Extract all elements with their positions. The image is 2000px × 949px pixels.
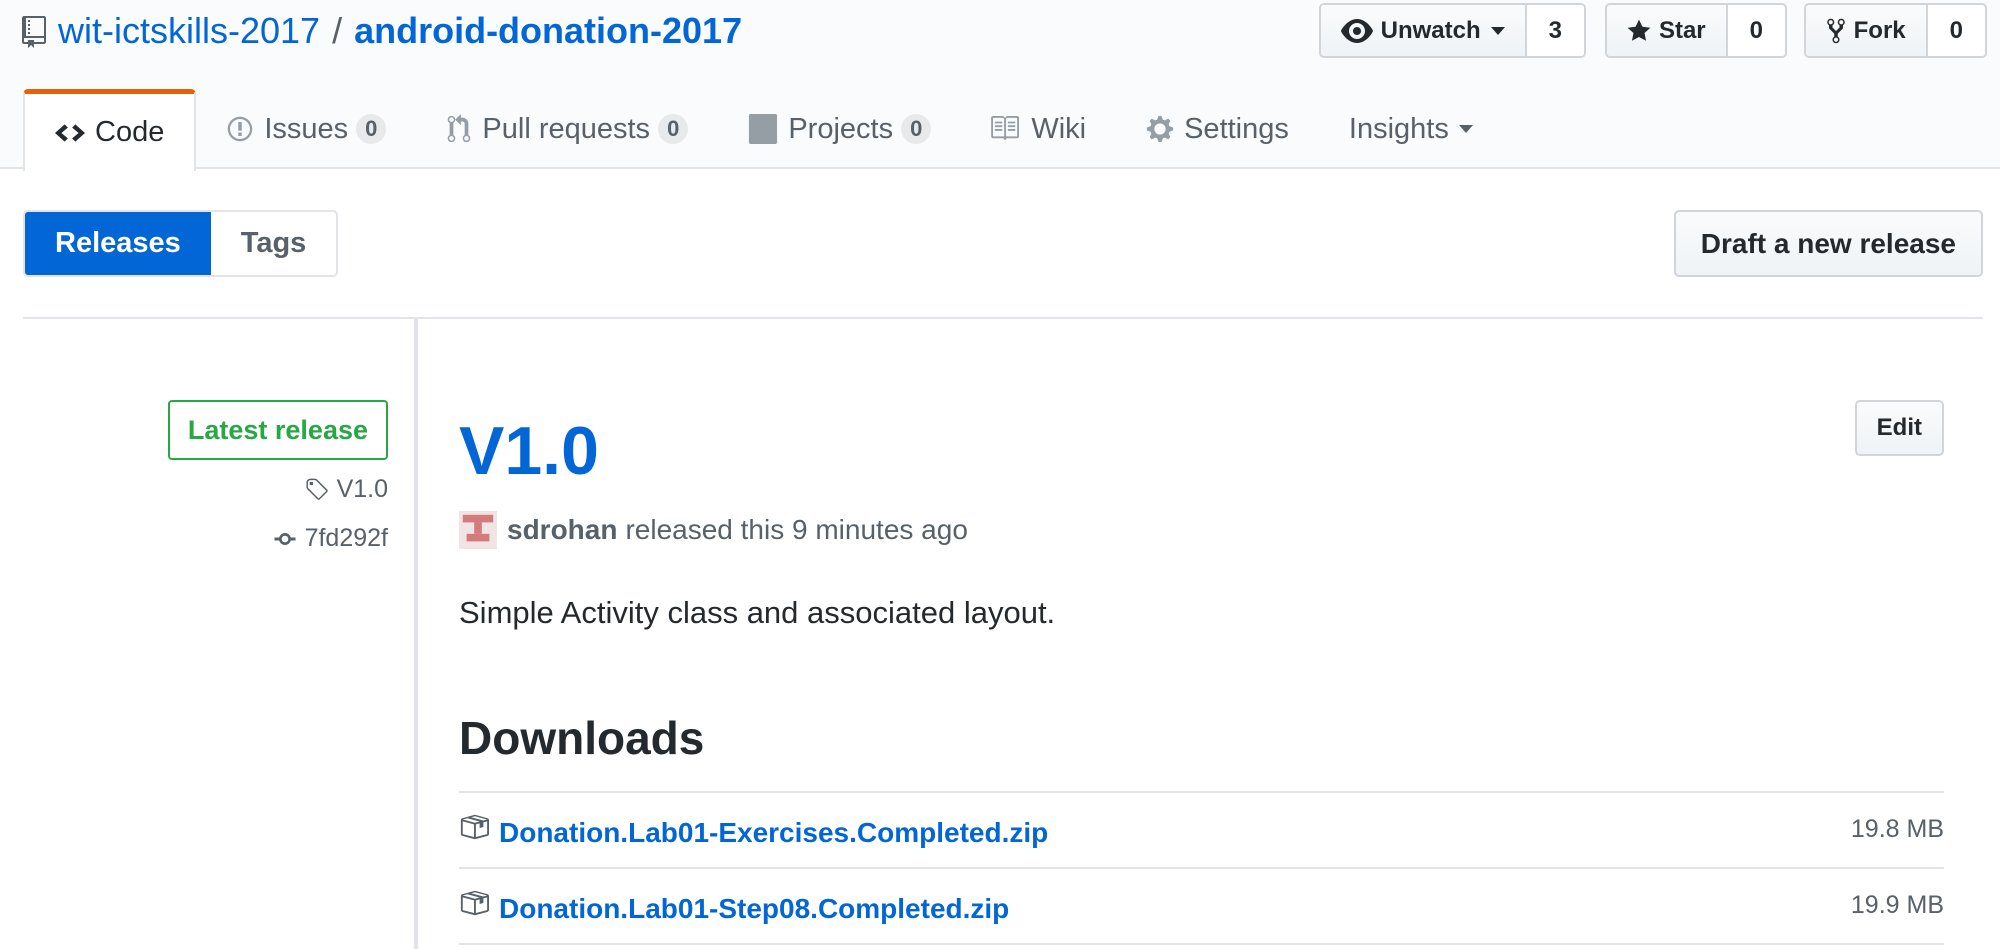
gear-icon xyxy=(1146,115,1174,143)
tab-insights[interactable]: Insights xyxy=(1319,89,1503,169)
tab-insights-label: Insights xyxy=(1348,112,1449,145)
package-icon xyxy=(460,890,489,916)
tab-pull-requests-label: Pull requests xyxy=(482,112,651,145)
release-commit-link[interactable]: 7fd292f xyxy=(271,524,388,553)
tab-pull-requests[interactable]: Pull requests 0 xyxy=(416,89,718,169)
fork-button-group: Fork 0 xyxy=(1803,3,1987,58)
releases-subnav: Releases Tags xyxy=(23,210,339,277)
draft-release-button[interactable]: Draft a new release xyxy=(1673,210,1983,277)
download-item: Donation.Lab01-Step08.Completed.zip 19.9… xyxy=(459,867,1944,943)
tab-projects-label: Projects xyxy=(788,112,894,145)
repo-owner-link[interactable]: wit-ictskills-2017 xyxy=(58,10,320,52)
project-icon xyxy=(749,114,778,144)
release-tag-link[interactable]: V1.0 xyxy=(303,475,388,504)
forks-count[interactable]: 0 xyxy=(1927,5,1985,56)
timeline-divider xyxy=(414,319,418,949)
tab-code-label: Code xyxy=(95,116,165,148)
chevron-down-icon xyxy=(1490,26,1505,35)
repo-name-link[interactable]: android-donation-2017 xyxy=(354,10,742,52)
downloads-heading: Downloads xyxy=(459,712,705,764)
stargazers-count[interactable]: 0 xyxy=(1727,5,1785,56)
download-list: Donation.Lab01-Exercises.Completed.zip 1… xyxy=(459,791,1944,945)
repo-icon xyxy=(22,15,46,48)
subnav-tags[interactable]: Tags xyxy=(210,212,337,275)
tab-wiki-label: Wiki xyxy=(1031,112,1087,145)
code-icon xyxy=(55,123,85,142)
star-label: Star xyxy=(1658,16,1706,44)
tag-icon xyxy=(306,478,328,500)
repo-nav: Code Issues 0 Pull requests 0 Projects 0… xyxy=(23,89,1503,171)
release-time-text: released this 9 minutes ago xyxy=(625,514,968,545)
release-tag-label: V1.0 xyxy=(336,475,388,503)
star-button-group: Star 0 xyxy=(1604,3,1787,58)
repo-title: wit-ictskills-2017 / android-donation-20… xyxy=(22,8,742,54)
pull-request-icon xyxy=(448,114,471,143)
tab-wiki[interactable]: Wiki xyxy=(961,89,1116,169)
tab-issues[interactable]: Issues 0 xyxy=(196,89,416,169)
download-size: 19.8 MB xyxy=(1850,815,1944,843)
package-icon xyxy=(460,814,489,840)
watchers-count[interactable]: 3 xyxy=(1526,5,1584,56)
release-title-link[interactable]: V1.0 xyxy=(459,413,599,489)
eye-icon xyxy=(1340,18,1373,43)
edit-release-button[interactable]: Edit xyxy=(1854,400,1944,456)
fork-button[interactable]: Fork xyxy=(1805,5,1928,56)
list-end-divider xyxy=(459,943,1944,945)
issue-opened-icon xyxy=(228,116,253,142)
tab-settings[interactable]: Settings xyxy=(1116,89,1319,169)
avatar[interactable] xyxy=(459,511,497,549)
fork-label: Fork xyxy=(1853,16,1906,44)
repo-path-separator: / xyxy=(332,10,343,51)
download-item: Donation.Lab01-Exercises.Completed.zip 1… xyxy=(459,791,1944,867)
download-link[interactable]: Donation.Lab01-Exercises.Completed.zip xyxy=(499,817,1048,849)
pull-requests-counter: 0 xyxy=(658,114,689,144)
release-author-line: sdrohan released this 9 minutes ago xyxy=(459,509,968,551)
release-meta: Latest release V1.0 7fd292f xyxy=(23,319,414,949)
download-link[interactable]: Donation.Lab01-Step08.Completed.zip xyxy=(499,893,1009,925)
repo-header: wit-ictskills-2017 / android-donation-20… xyxy=(0,0,2000,171)
watch-button-group: Unwatch 3 xyxy=(1318,3,1586,58)
projects-counter: 0 xyxy=(901,114,932,144)
release-author-link[interactable]: sdrohan xyxy=(507,514,617,546)
issues-counter: 0 xyxy=(356,114,387,144)
tab-issues-label: Issues xyxy=(264,112,349,145)
release-body: V1.0 Edit sdrohan released this 9 minute… xyxy=(459,319,1944,949)
latest-release-badge: Latest release xyxy=(167,400,388,460)
subnav-releases[interactable]: Releases xyxy=(25,212,211,275)
book-icon xyxy=(991,116,1020,141)
git-commit-icon xyxy=(274,532,296,545)
tab-settings-label: Settings xyxy=(1184,112,1289,145)
star-button[interactable]: Star xyxy=(1606,5,1728,56)
chevron-down-icon xyxy=(1458,125,1473,133)
tab-projects[interactable]: Projects 0 xyxy=(718,89,961,169)
unwatch-label: Unwatch xyxy=(1380,16,1481,44)
release-commit-label: 7fd292f xyxy=(304,524,388,552)
release-description: Simple Activity class and associated lay… xyxy=(459,595,1056,630)
star-icon xyxy=(1627,19,1651,41)
download-size: 19.9 MB xyxy=(1850,891,1944,919)
tab-code[interactable]: Code xyxy=(23,89,197,171)
unwatch-button[interactable]: Unwatch xyxy=(1320,5,1527,56)
fork-icon xyxy=(1826,18,1845,43)
